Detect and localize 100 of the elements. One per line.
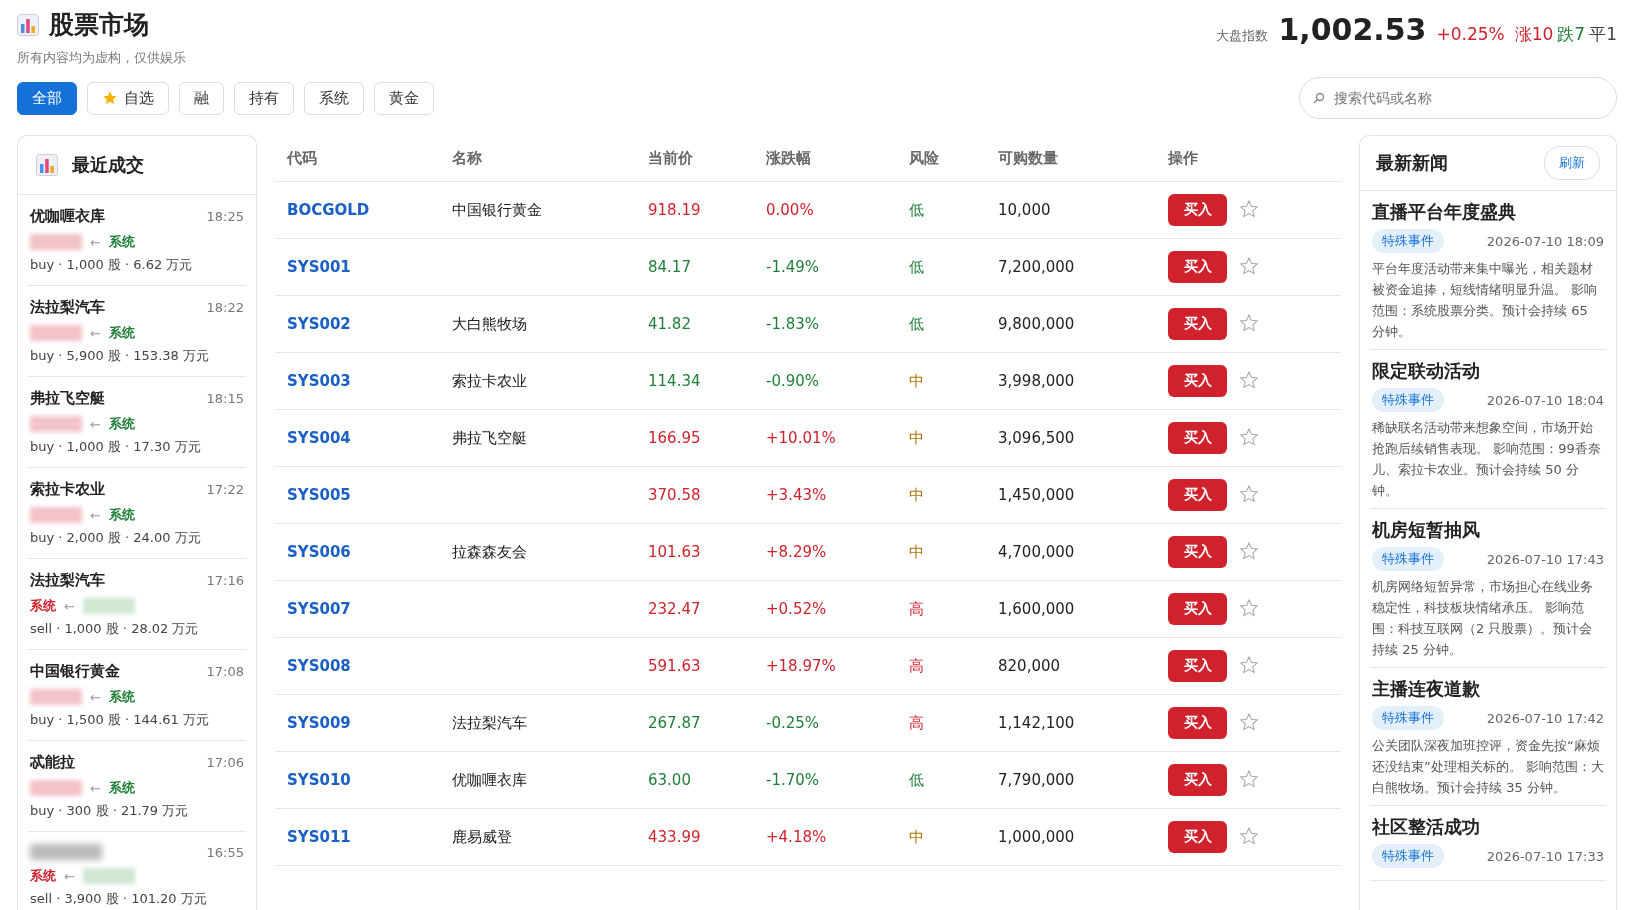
filter-tab[interactable]: 自选 <box>87 81 169 115</box>
index-value: 1,002.53 <box>1278 12 1427 47</box>
trade-detail: sell · 3,900 股 · 101.20 万元 <box>30 890 208 908</box>
buy-button[interactable]: 买入 <box>1168 422 1227 454</box>
stock-code[interactable]: SYS001 <box>287 258 452 276</box>
stock-code[interactable]: SYS002 <box>287 315 452 333</box>
stock-code[interactable]: SYS004 <box>287 429 452 447</box>
buy-button[interactable]: 买入 <box>1168 365 1227 397</box>
table-cell-text: 1,142,100 <box>998 714 1076 732</box>
trade-detail: buy · 1,500 股 · 144.61 万元 <box>30 711 210 729</box>
column-header: 涨跌幅 <box>766 148 812 168</box>
trade-detail: sell · 1,000 股 · 28.02 万元 <box>30 620 200 638</box>
arrow-text: ← <box>90 780 101 796</box>
event-tag: 特殊事件 <box>1372 706 1444 730</box>
trade-detail: buy · 5,900 股 · 153.38 万元 <box>30 347 210 365</box>
breadth-count: 平1 <box>1589 23 1617 46</box>
news-title: 直播平台年度盛典 <box>1372 200 1517 224</box>
news-body: 公关团队深夜加班控评，资金先按“麻烦还没结束”处理相关标的。 影响范围：大白熊牧场。预计会持续 35 分钟。 <box>1372 737 1604 797</box>
buy-button[interactable]: 买入 <box>1168 536 1227 568</box>
table-cell-text: 101.63 <box>648 543 702 561</box>
filter-tab[interactable]: 持有 <box>234 81 294 115</box>
table-cell-text: +0.52% <box>766 600 828 618</box>
blurred-text <box>30 780 82 796</box>
refresh-button[interactable]: 刷新 <box>1544 146 1600 180</box>
search-icon <box>1313 92 1325 104</box>
buy-button[interactable]: 买入 <box>1168 821 1227 853</box>
breadth-count: 涨10 <box>1514 23 1554 46</box>
app-title: 股票市场 <box>49 9 149 41</box>
stock-code[interactable]: SYS003 <box>287 372 452 390</box>
trade-time: 18:25 <box>206 209 244 224</box>
table-cell-text: +10.01% <box>766 429 837 447</box>
news-time: 2026-07-10 18:09 <box>1486 233 1604 249</box>
search-field[interactable]: 搜索代码或名称 <box>1299 77 1617 119</box>
filter-tab[interactable]: 系统 <box>304 81 364 115</box>
stock-code[interactable]: BOCGOLD <box>287 201 452 219</box>
buy-button[interactable]: 买入 <box>1168 479 1227 511</box>
table-cell-text: 820,000 <box>998 657 1062 675</box>
news-time: 2026-07-10 17:42 <box>1486 710 1604 726</box>
arrow-text: ← <box>90 234 101 250</box>
table-cell-text: 63.00 <box>648 771 692 789</box>
risk-level: 低 <box>909 257 925 277</box>
table-cell-text: 1,600,000 <box>998 600 1076 618</box>
filter-tab[interactable]: 黄金 <box>374 81 434 115</box>
trade-detail: buy · 2,000 股 · 24.00 万元 <box>30 529 202 547</box>
news-time: 2026-07-10 18:04 <box>1486 392 1604 408</box>
stock-code[interactable]: SYS008 <box>287 657 452 675</box>
table-cell-text: 591.63 <box>648 657 702 675</box>
stock-code[interactable]: SYS011 <box>287 828 452 846</box>
trade-time: 18:22 <box>206 300 244 315</box>
table-cell-text: 弗拉飞空艇 <box>452 428 528 448</box>
counterparty: 系统 <box>108 415 135 433</box>
news-title: 限定联动活动 <box>1372 359 1481 383</box>
table-cell-text: 166.95 <box>648 429 702 447</box>
trade-time: 17:22 <box>206 482 244 497</box>
table-cell-text: 232.47 <box>648 600 702 618</box>
star-icon <box>102 90 118 106</box>
trade-time: 18:15 <box>206 391 244 406</box>
blurred-text <box>30 416 82 432</box>
table-cell-text: 0.00% <box>766 201 815 219</box>
arrow-text: ← <box>90 416 101 432</box>
buy-button[interactable]: 买入 <box>1168 764 1227 796</box>
event-tag: 特殊事件 <box>1372 229 1444 253</box>
risk-level: 中 <box>909 827 925 847</box>
table-cell-text: 鹿易威登 <box>452 827 513 847</box>
table-cell-text: +3.43% <box>766 486 828 504</box>
stock-code[interactable]: SYS005 <box>287 486 452 504</box>
risk-level: 高 <box>909 713 925 733</box>
buy-button[interactable]: 买入 <box>1168 707 1227 739</box>
buy-button[interactable]: 买入 <box>1168 593 1227 625</box>
filter-tab[interactable]: 融 <box>179 81 224 115</box>
risk-level: 高 <box>909 656 925 676</box>
filter-tab[interactable]: 全部 <box>17 81 77 115</box>
table-cell-text: -1.83% <box>766 315 821 333</box>
table-cell-text: 4,700,000 <box>998 543 1076 561</box>
panel-title: 最近成交 <box>72 153 144 177</box>
stock-name: 法拉梨汽车 <box>30 571 105 590</box>
breadth-count: 跌7 <box>1557 23 1586 46</box>
counterparty: 系统 <box>108 506 135 524</box>
index-change: +0.25% <box>1436 24 1505 44</box>
table-cell-text: -0.25% <box>766 714 821 732</box>
blurred-text <box>30 844 102 860</box>
stock-code[interactable]: SYS009 <box>287 714 452 732</box>
counterparty: 系统 <box>108 688 135 706</box>
trade-detail: buy · 1,000 股 · 6.62 万元 <box>30 256 194 274</box>
trade-time: 17:16 <box>206 573 244 588</box>
blurred-text <box>30 507 82 523</box>
risk-level: 中 <box>909 485 925 505</box>
stock-code[interactable]: SYS010 <box>287 771 452 789</box>
buy-button[interactable]: 买入 <box>1168 251 1227 283</box>
stock-name: 忒能拉 <box>30 753 75 772</box>
stock-code[interactable]: SYS007 <box>287 600 452 618</box>
news-time: 2026-07-10 17:43 <box>1486 551 1604 567</box>
table-cell-text: 大白熊牧场 <box>452 314 528 334</box>
stock-code[interactable]: SYS006 <box>287 543 452 561</box>
buy-button[interactable]: 买入 <box>1168 194 1227 226</box>
news-body: 平台年度活动带来集中曝光，相关题材被资金追捧，短线情绪明显升温。 影响范围：系统股票分类。预计会持续 65 分钟。 <box>1372 260 1599 341</box>
risk-level: 中 <box>909 371 925 391</box>
buy-button[interactable]: 买入 <box>1168 308 1227 340</box>
stock-name: 法拉梨汽车 <box>30 298 105 317</box>
buy-button[interactable]: 买入 <box>1168 650 1227 682</box>
